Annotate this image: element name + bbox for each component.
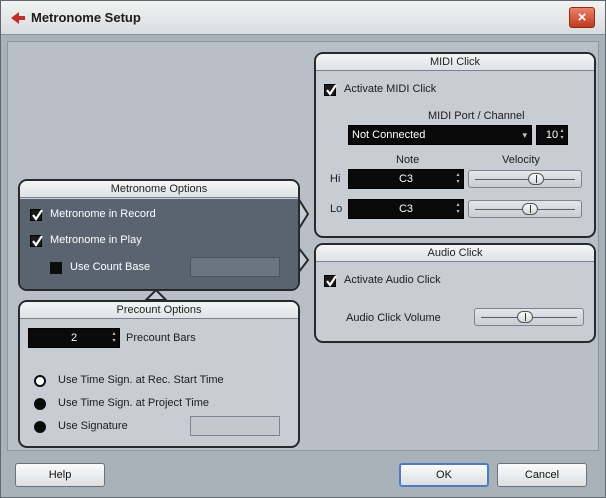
lo-note-field[interactable]: C3 ▴ ▾	[348, 199, 464, 219]
lo-note-value: C3	[398, 203, 414, 215]
checkmark-icon	[32, 209, 43, 221]
audio-click-panel: Audio Click Activate Audio Click Audio C…	[314, 243, 596, 343]
close-icon: ×	[577, 9, 587, 26]
activate-audio-click-label: Activate Audio Click	[344, 274, 441, 286]
hi-velocity-thumb[interactable]	[528, 173, 544, 185]
precount-options-panel: Precount Options 2 ▴ ▾ Precount Bars Use …	[18, 300, 300, 448]
hi-velocity-slider[interactable]	[468, 170, 582, 188]
checkmark-icon	[32, 235, 43, 247]
precount-bars-spinner-icon: ▴ ▾	[112, 331, 116, 344]
close-button[interactable]: ×	[569, 7, 595, 28]
audio-volume-thumb[interactable]	[517, 311, 533, 323]
checkmark-icon	[326, 275, 337, 287]
lo-velocity-thumb[interactable]	[522, 203, 538, 215]
help-button[interactable]: Help	[15, 463, 105, 487]
midi-channel-field[interactable]: 10 ▴ ▾	[536, 125, 568, 145]
metronome-setup-window: Metronome Setup × MIDI Click Activate MI…	[0, 0, 606, 498]
lo-label: Lo	[330, 203, 343, 215]
midi-channel-value: 10	[545, 129, 559, 141]
activate-midi-click-checkbox[interactable]	[324, 84, 337, 96]
count-base-field[interactable]	[190, 257, 280, 277]
activate-audio-click-checkbox[interactable]	[324, 275, 337, 287]
ok-button[interactable]: OK	[399, 463, 489, 487]
activate-midi-click-label: Activate MIDI Click	[344, 83, 437, 95]
metronome-options-header: Metronome Options	[20, 181, 298, 198]
velocity-column-header: Velocity	[502, 154, 540, 166]
radio-time-sign-project-label: Use Time Sign. at Project Time	[58, 397, 209, 409]
midi-port-channel-label: MIDI Port / Channel	[428, 110, 525, 122]
audio-click-header: Audio Click	[316, 245, 594, 262]
use-count-base-label: Use Count Base	[70, 261, 151, 273]
channel-spinner-icon: ▴ ▾	[560, 128, 564, 141]
precount-options-header: Precount Options	[20, 302, 298, 319]
title-bar[interactable]: Metronome Setup ×	[1, 1, 605, 35]
hi-label: Hi	[330, 173, 341, 185]
hi-velocity-track	[475, 179, 575, 180]
hi-note-value: C3	[398, 173, 414, 185]
metronome-in-play-label: Metronome in Play	[50, 234, 142, 246]
midi-click-panel: MIDI Click Activate MIDI Click MIDI Port…	[314, 52, 596, 238]
cancel-button[interactable]: Cancel	[497, 463, 587, 487]
note-column-header: Note	[396, 154, 420, 166]
midi-click-header: MIDI Click	[316, 54, 594, 71]
checkmark-icon	[326, 84, 337, 96]
metronome-in-record-checkbox[interactable]	[30, 209, 43, 221]
audio-click-volume-slider[interactable]	[474, 308, 584, 326]
lo-velocity-slider[interactable]	[468, 200, 582, 218]
radio-use-signature-label: Use Signature	[58, 420, 128, 432]
midi-port-value: Not Connected	[352, 129, 426, 141]
use-count-base-checkbox[interactable]	[50, 262, 62, 274]
audio-click-volume-label: Audio Click Volume	[346, 312, 441, 324]
hi-note-spinner-icon: ▴ ▾	[456, 172, 460, 185]
metronome-in-play-checkbox[interactable]	[30, 235, 43, 247]
hi-note-field[interactable]: C3 ▴ ▾	[348, 169, 464, 189]
dialog-body: MIDI Click Activate MIDI Click MIDI Port…	[7, 41, 599, 451]
precount-bars-value: 2	[70, 332, 78, 344]
precount-bars-field[interactable]: 2 ▴ ▾	[28, 328, 120, 348]
window-title: Metronome Setup	[31, 10, 141, 25]
cubase-app-icon	[11, 12, 25, 24]
metronome-options-panel: Metronome Options Metronome in Record Me…	[18, 179, 300, 291]
chevron-down-icon: ▾	[522, 130, 527, 140]
precount-bars-label: Precount Bars	[126, 332, 196, 344]
radio-time-sign-rec-start[interactable]	[34, 375, 46, 387]
midi-port-select[interactable]: Not Connected ▾	[348, 125, 532, 145]
metronome-in-record-label: Metronome in Record	[50, 208, 156, 220]
signature-field[interactable]	[190, 416, 280, 436]
radio-time-sign-rec-start-label: Use Time Sign. at Rec. Start Time	[58, 374, 224, 386]
lo-note-spinner-icon: ▴ ▾	[456, 202, 460, 215]
radio-time-sign-project[interactable]	[34, 398, 46, 410]
radio-use-signature[interactable]	[34, 421, 46, 433]
